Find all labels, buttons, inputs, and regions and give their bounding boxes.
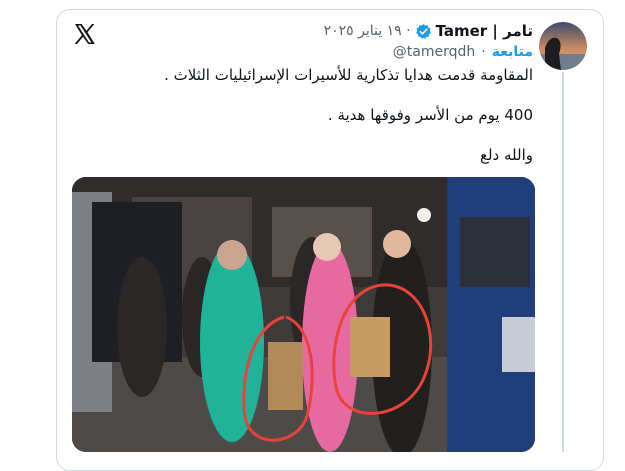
user-handle[interactable]: @tamerqdh <box>393 44 475 60</box>
tweet-subheader: متابعة · @tamerqdh <box>393 44 533 60</box>
tweet-text: المقاومة قدمت هدايا تذكارية للأسيرات الإ… <box>93 64 533 166</box>
tweet-header: تامر | Tamer · ١٩ يناير ٢٠٢٥ <box>324 22 533 40</box>
verified-badge-icon <box>415 23 431 39</box>
tweet-date[interactable]: · ١٩ يناير ٢٠٢٥ <box>324 23 411 39</box>
follow-button[interactable]: متابعة <box>492 44 533 60</box>
display-name[interactable]: تامر | Tamer <box>436 22 533 40</box>
separator-dot: · <box>481 44 486 60</box>
tweet-text-line: والله دلع <box>480 146 533 164</box>
tweet-media-image[interactable] <box>72 177 535 452</box>
thread-line <box>562 72 564 452</box>
avatar[interactable] <box>539 22 587 70</box>
tweet-text-line: المقاومة قدمت هدايا تذكارية للأسيرات الإ… <box>164 66 533 84</box>
tweet-text-line: 400 يوم من الأسر وفوقها هدية . <box>327 106 533 124</box>
x-logo-icon[interactable] <box>72 22 96 46</box>
